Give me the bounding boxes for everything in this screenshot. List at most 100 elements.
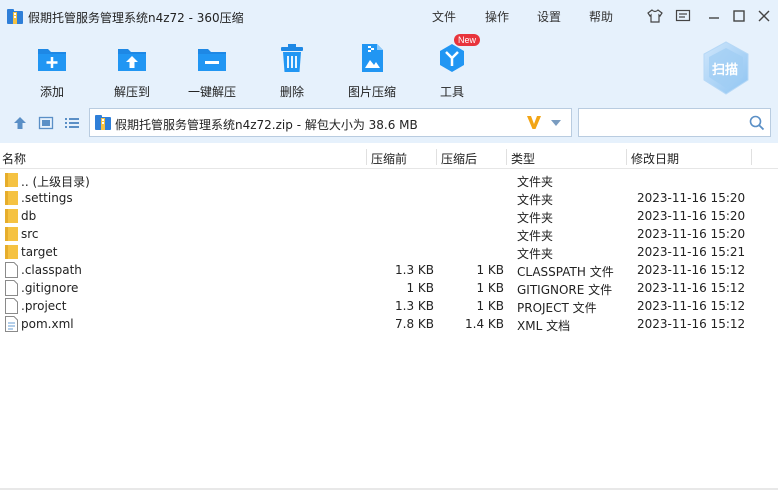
search-input[interactable]: [583, 113, 743, 133]
address-field[interactable]: 假期托管服务管理系统n4z72.zip - 解包大小为 38.6 MB: [89, 108, 572, 137]
new-badge: New: [454, 34, 480, 46]
file-name: .classpath: [21, 263, 82, 277]
file-size: 1.3 KB: [395, 299, 434, 313]
image-compress-label: 图片压缩: [347, 85, 396, 99]
extract-to-icon: [118, 49, 146, 71]
file-modified: 2023-11-16 15:12: [637, 299, 746, 313]
column-size[interactable]: 压缩前: [371, 150, 407, 167]
thumbnail-view-icon[interactable]: [38, 115, 54, 131]
folder-icon: [5, 227, 18, 241]
file-size: 1 KB: [406, 281, 434, 295]
file-row[interactable]: .. (上级目录) 文件夹: [0, 171, 778, 189]
menu-file[interactable]: 文件: [432, 8, 456, 25]
scan-label[interactable]: 扫描: [712, 59, 738, 78]
tools-button[interactable]: 工具: [417, 39, 487, 100]
menu-operate[interactable]: 操作: [485, 8, 509, 25]
file-name: .. (上级目录): [21, 175, 90, 189]
file-type: 文件夹: [517, 175, 554, 189]
file-row[interactable]: db 文件夹 2023-11-16 15:20: [0, 207, 778, 225]
zip-archive-icon: [95, 115, 111, 130]
file-compressed-size: 1 KB: [476, 299, 504, 313]
main-toolbar: 添加 解压到 一键解压 删除 图片压缩 工具 New 扫描: [0, 33, 778, 105]
file-row[interactable]: target 文件夹 2023-11-16 15:21: [0, 243, 778, 261]
file-compressed-size: 1 KB: [476, 281, 504, 295]
column-name[interactable]: 名称: [2, 150, 26, 167]
file-type: 文件夹: [517, 247, 554, 261]
column-type[interactable]: 类型: [511, 150, 535, 167]
skin-shirt-icon[interactable]: [647, 8, 663, 24]
verified-v-icon[interactable]: [526, 114, 542, 130]
file-type: CLASSPATH 文件: [517, 265, 614, 279]
file-row[interactable]: .gitignore 1 KB 1 KB GITIGNORE 文件 2023-1…: [0, 279, 778, 297]
search-box[interactable]: [578, 108, 771, 137]
folder-icon: [5, 209, 18, 223]
folder-icon: [5, 245, 18, 259]
one-click-extract-label: 一键解压: [187, 85, 236, 99]
add-label: 添加: [39, 85, 64, 99]
delete-label: 删除: [279, 85, 304, 99]
file-type: 文件夹: [517, 211, 554, 225]
column-compressed[interactable]: 压缩后: [441, 150, 477, 167]
file-name: db: [21, 209, 37, 223]
file-modified: 2023-11-16 15:20: [637, 191, 746, 205]
add-archive-icon: [38, 49, 66, 71]
image-compress-button[interactable]: 图片压缩: [337, 39, 407, 100]
add-button[interactable]: 添加: [17, 39, 87, 100]
file-size: 1.3 KB: [395, 263, 434, 277]
folder-icon: [5, 173, 18, 187]
minimize-icon[interactable]: [706, 8, 722, 24]
file-name: .project: [21, 299, 67, 313]
one-click-extract-icon: [198, 49, 226, 71]
file-name: .settings: [21, 191, 73, 205]
file-icon: [5, 298, 18, 314]
file-row[interactable]: .classpath 1.3 KB 1 KB CLASSPATH 文件 2023…: [0, 261, 778, 279]
tools-icon: [440, 44, 464, 72]
column-divider[interactable]: [366, 149, 367, 165]
file-row[interactable]: src 文件夹 2023-11-16 15:20: [0, 225, 778, 243]
file-compressed-size: 1 KB: [476, 263, 504, 277]
app-logo-icon: [7, 9, 23, 24]
image-compress-icon: [362, 44, 383, 72]
file-name: .gitignore: [21, 281, 79, 295]
column-divider[interactable]: [436, 149, 437, 165]
feedback-icon[interactable]: [675, 8, 691, 24]
close-icon[interactable]: [756, 8, 772, 24]
chevron-down-icon[interactable]: [550, 119, 562, 127]
file-type: XML 文档: [517, 319, 571, 333]
file-size: 7.8 KB: [395, 317, 434, 331]
file-compressed-size: 1.4 KB: [465, 317, 504, 331]
tools-label: 工具: [439, 85, 464, 99]
maximize-icon[interactable]: [731, 8, 747, 24]
file-type: PROJECT 文件: [517, 301, 597, 315]
file-type: GITIGNORE 文件: [517, 283, 613, 297]
trash-icon: [281, 44, 303, 72]
file-name: pom.xml: [21, 317, 74, 331]
file-name: src: [21, 227, 39, 241]
column-divider[interactable]: [626, 149, 627, 165]
column-divider[interactable]: [506, 149, 507, 165]
file-modified: 2023-11-16 15:12: [637, 317, 746, 331]
file-row[interactable]: .settings 文件夹 2023-11-16 15:20: [0, 189, 778, 207]
file-type: 文件夹: [517, 229, 554, 243]
menu-help[interactable]: 帮助: [589, 8, 613, 25]
window-title: 假期托管服务管理系统n4z72 - 360压缩: [28, 11, 244, 25]
file-modified: 2023-11-16 15:12: [637, 281, 746, 295]
one-click-extract-button[interactable]: 一键解压: [177, 39, 247, 100]
column-divider[interactable]: [751, 149, 752, 165]
menu-settings[interactable]: 设置: [537, 8, 561, 25]
file-row[interactable]: pom.xml 7.8 KB 1.4 KB XML 文档 2023-11-16 …: [0, 315, 778, 333]
up-arrow-icon[interactable]: [12, 115, 28, 131]
list-view-icon[interactable]: [64, 115, 80, 131]
title-bar: 假期托管服务管理系统n4z72 - 360压缩 文件 操作 设置 帮助: [0, 0, 778, 33]
file-type: 文件夹: [517, 193, 554, 207]
file-modified: 2023-11-16 15:12: [637, 263, 746, 277]
extract-to-button[interactable]: 解压到: [97, 39, 167, 100]
column-modified[interactable]: 修改日期: [631, 150, 679, 167]
file-icon: [5, 262, 18, 278]
folder-icon: [5, 191, 18, 205]
file-icon: [5, 280, 18, 296]
file-row[interactable]: .project 1.3 KB 1 KB PROJECT 文件 2023-11-…: [0, 297, 778, 315]
search-icon[interactable]: [749, 115, 765, 131]
archive-path: 假期托管服务管理系统n4z72.zip - 解包大小为 38.6 MB: [115, 118, 418, 132]
delete-button[interactable]: 删除: [257, 39, 327, 100]
